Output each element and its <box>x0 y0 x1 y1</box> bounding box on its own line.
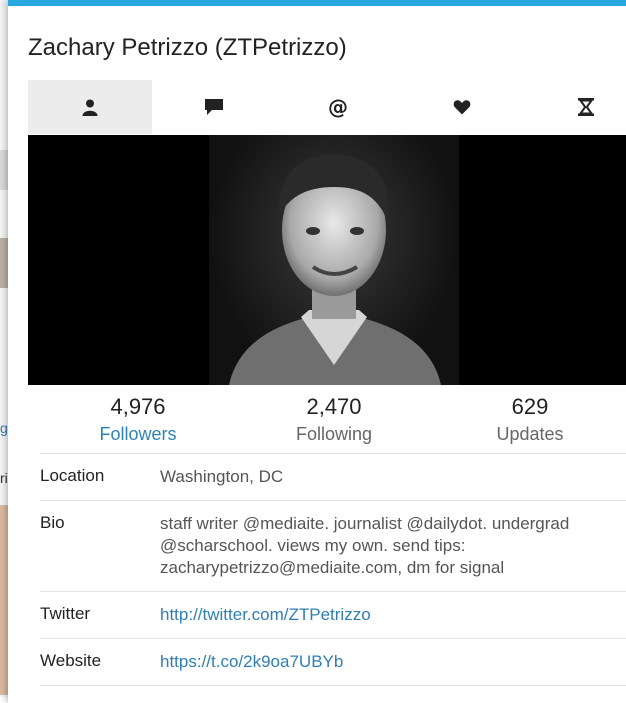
heart-icon <box>453 100 471 115</box>
location-label: Location <box>40 466 105 485</box>
detail-row-location: Location Washington, DC <box>40 453 626 500</box>
profile-stats: 4,976 Followers 2,470 Following 629 Upda… <box>40 394 626 446</box>
followers-stat[interactable]: 4,976 Followers <box>40 394 236 446</box>
followers-count: 4,976 <box>110 394 166 419</box>
detail-row-website: Website https://t.co/2k9oa7UBYb <box>40 638 626 686</box>
speech-bubble-icon <box>205 99 223 115</box>
following-label: Following <box>295 424 373 444</box>
bio-value: staff writer @mediaite. journalist @dail… <box>160 514 570 577</box>
updates-label: Updates <box>496 424 564 444</box>
following-stat: 2,470 Following <box>236 394 432 446</box>
website-link[interactable]: https://t.co/2k9oa7UBYb <box>160 651 626 673</box>
twitter-label: Twitter <box>40 604 91 623</box>
tab-profile[interactable] <box>28 80 152 134</box>
detail-row-twitter: Twitter http://twitter.com/ZTPetrizzo <box>40 591 626 638</box>
tab-tweets[interactable] <box>152 80 276 134</box>
profile-photo-banner <box>28 135 626 385</box>
followers-link[interactable]: Followers <box>40 422 236 446</box>
background-text: g <box>0 420 8 436</box>
following-count: 2,470 <box>306 394 362 419</box>
profile-photo-portrait <box>229 154 441 385</box>
twitter-link[interactable]: http://twitter.com/ZTPetrizzo <box>160 604 626 626</box>
updates-count: 629 <box>511 394 549 419</box>
tab-likes[interactable] <box>400 80 524 134</box>
profile-tabs: @ <box>28 80 626 134</box>
profile-modal: Zachary Petrizzo (ZTPetrizzo) @ 4,976 Fo… <box>8 0 626 703</box>
profile-photo <box>209 135 459 385</box>
hourglass-icon <box>578 98 594 116</box>
tab-mentions[interactable]: @ <box>276 80 400 134</box>
profile-details: Location Washington, DC Bio staff writer… <box>40 453 626 686</box>
detail-row-bio: Bio staff writer @mediaite. journalist @… <box>40 500 626 591</box>
updates-stat: 629 Updates <box>432 394 626 446</box>
bio-label: Bio <box>40 513 65 532</box>
user-icon <box>82 99 98 116</box>
website-label: Website <box>40 651 102 670</box>
location-value: Washington, DC <box>160 467 284 486</box>
tab-history[interactable] <box>524 80 626 134</box>
at-sign-icon: @ <box>328 95 348 119</box>
background-text: ri <box>0 470 8 486</box>
profile-title: Zachary Petrizzo (ZTPetrizzo) <box>28 34 347 61</box>
